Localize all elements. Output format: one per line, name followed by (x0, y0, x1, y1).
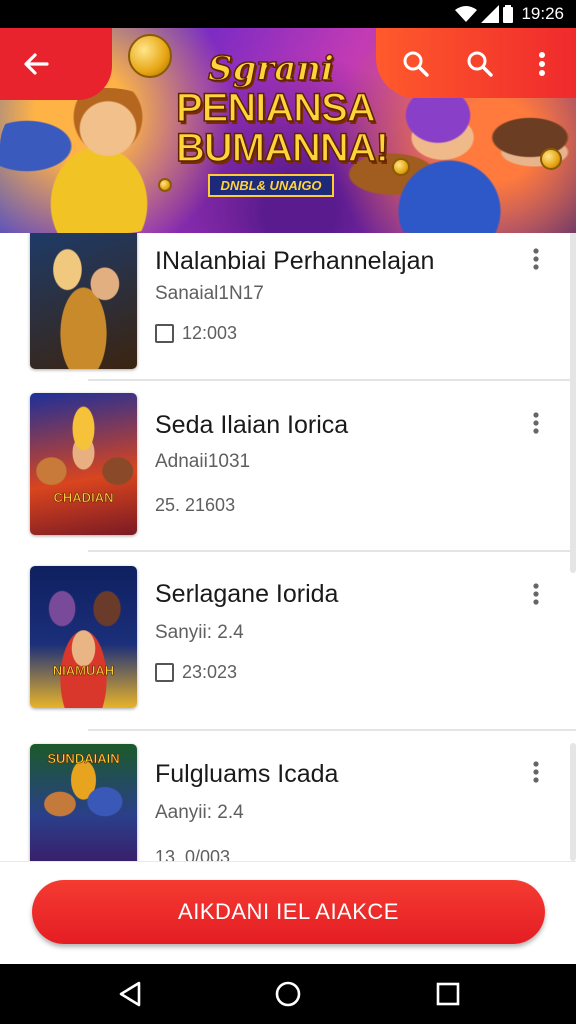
item-meta: 25. 21603 (155, 495, 235, 516)
banner-title-line2: PENIANSA (175, 86, 376, 130)
item-meta: 12:003 (155, 323, 237, 344)
banner-title: Sgrani PENIANSA BUMANNA! DNBL& UNAIGO (175, 49, 390, 197)
nav-recents-button[interactable] (418, 974, 478, 1014)
home-circle-icon (275, 981, 301, 1007)
item-thumbnail-title: CHADIAN (53, 490, 114, 506)
primary-action-button[interactable]: AIKDANI IEL AIAKCE (32, 880, 545, 944)
banner-character-left (0, 88, 180, 233)
list-item[interactable]: CHADIAN Seda Ilaian Iorica Adnaii1031 25… (0, 393, 576, 565)
back-button[interactable] (12, 42, 60, 86)
item-checkbox[interactable] (155, 324, 174, 343)
item-meta: 13. 0/003 (155, 847, 230, 861)
status-bar: 19:26 (0, 0, 576, 28)
item-title: Serlagane Iorida (155, 580, 339, 608)
item-meta-text: 12:003 (182, 323, 238, 343)
battery-icon (503, 5, 514, 23)
more-options-button[interactable] (520, 42, 564, 86)
coin-icon (392, 158, 410, 176)
scroll-edge-indicator[interactable] (570, 743, 576, 861)
coin-icon (540, 148, 562, 170)
item-more-button[interactable] (522, 576, 550, 612)
item-subtitle: Sanaial1N17 (155, 283, 264, 304)
search-icon (467, 51, 493, 77)
list-divider (88, 729, 576, 731)
item-meta-text: 25. 21603 (155, 495, 236, 515)
status-icons (455, 5, 514, 23)
more-vert-icon (533, 412, 539, 434)
item-title: INalanbiai Perhannelajan (155, 247, 435, 275)
list-divider (88, 550, 576, 552)
more-vert-icon (533, 583, 539, 605)
nav-home-button[interactable] (258, 974, 318, 1014)
more-vert-icon (539, 52, 545, 76)
bottom-action-panel: AIKDANI IEL AIAKCE (0, 861, 576, 964)
content-list: INalanbiai Perhannelajan Sanaial1N17 12:… (0, 233, 576, 861)
item-thumbnail-title: SUNDAIAIN (47, 751, 120, 766)
status-time: 19:26 (521, 4, 564, 23)
scroll-edge-indicator[interactable] (570, 233, 576, 573)
item-title: Seda Ilaian Iorica (155, 411, 349, 439)
item-thumbnail: CHADIAN (30, 393, 137, 535)
item-subtitle: Aanyii: 2.4 (155, 802, 244, 823)
search-button-secondary[interactable] (456, 42, 504, 86)
item-thumbnail (30, 233, 137, 369)
list-item[interactable]: INalanbiai Perhannelajan Sanaial1N17 12:… (0, 233, 576, 399)
item-thumbnail-title: NIAMUAH (52, 663, 115, 679)
recents-square-icon (436, 982, 460, 1006)
list-item[interactable]: NIAMUAH Serlagane Iorida Sanyii: 2.4 23:… (0, 566, 576, 738)
item-more-button[interactable] (522, 754, 550, 790)
item-meta: 23:023 (155, 662, 237, 683)
wifi-icon (455, 6, 478, 22)
nav-back-button[interactable] (100, 974, 160, 1014)
item-thumbnail: NIAMUAH (30, 566, 137, 708)
banner-title-line1: Sgrani (207, 49, 334, 89)
item-more-button[interactable] (522, 241, 550, 277)
item-more-button[interactable] (522, 405, 550, 441)
back-triangle-icon (119, 981, 141, 1007)
app-screen: 19:26 Sgrani PENIANSA BUMANNA! DNBL& UNA… (0, 0, 576, 1024)
signal-icon (481, 5, 500, 23)
item-meta-text: 13. 0/003 (155, 847, 231, 861)
item-checkbox[interactable] (155, 663, 174, 682)
list-item[interactable]: SUNDAIAIN Fulgluams Icada Aanyii: 2.4 13… (0, 744, 576, 861)
search-icon (403, 51, 429, 77)
item-subtitle: Adnaii1031 (155, 451, 251, 472)
back-arrow-icon (24, 53, 49, 75)
search-button[interactable] (392, 42, 440, 86)
header-banner: Sgrani PENIANSA BUMANNA! DNBL& UNAIGO (0, 28, 576, 233)
item-title: Fulgluams Icada (155, 760, 339, 788)
more-vert-icon (533, 761, 539, 783)
item-meta-text: 23:023 (182, 662, 238, 682)
banner-title-line3: BUMANNA! (175, 126, 389, 170)
coin-icon (158, 178, 172, 192)
system-nav-bar (0, 964, 576, 1024)
banner-tagline: DNBL& UNAIGO (208, 174, 334, 197)
list-divider (88, 379, 576, 381)
more-vert-icon (533, 248, 539, 270)
item-subtitle: Sanyii: 2.4 (155, 622, 244, 643)
item-thumbnail: SUNDAIAIN (30, 744, 137, 861)
